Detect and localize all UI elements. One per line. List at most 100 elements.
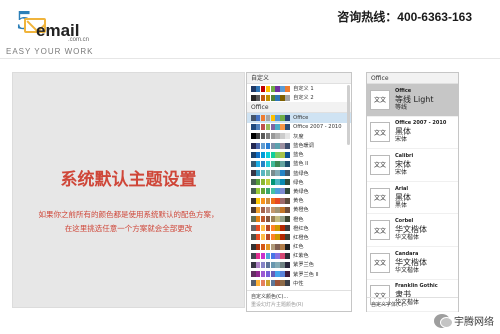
- color-swatch: [285, 179, 290, 186]
- color-swatch: [270, 225, 276, 232]
- color-scheme-item[interactable]: 橙色: [247, 214, 351, 223]
- color-swatches: [251, 225, 290, 232]
- color-swatch: [270, 261, 276, 268]
- color-scheme-item[interactable]: 自定义 2: [247, 93, 351, 102]
- color-scheme-item[interactable]: 黄色: [247, 196, 351, 205]
- color-swatch: [260, 85, 266, 92]
- color-scheme-label: Office 2007 - 2010: [293, 124, 342, 131]
- color-swatch: [251, 280, 256, 287]
- color-swatch: [260, 271, 266, 278]
- color-scheme-item[interactable]: 自定义 1: [247, 84, 351, 93]
- font-scheme-item[interactable]: 文文 Arial 黑体 黑体: [367, 182, 458, 215]
- color-swatch: [280, 114, 285, 121]
- color-swatch: [275, 206, 281, 213]
- customize-fonts-button[interactable]: 自定义字体(C)...: [367, 297, 458, 311]
- color-swatch: [260, 216, 266, 223]
- font-scheme-item[interactable]: 文文 Corbel 华文楷体 华文楷体: [367, 214, 458, 247]
- color-swatch: [260, 179, 266, 186]
- color-swatch: [270, 133, 276, 140]
- slide-title: 系统默认主题设置: [60, 170, 197, 190]
- color-swatch: [280, 170, 285, 177]
- color-swatches: [251, 261, 290, 268]
- color-swatch: [255, 243, 261, 250]
- color-swatch: [275, 243, 281, 250]
- font-scheme-text: Candara 华文楷体 华文楷体: [395, 251, 427, 275]
- color-swatch: [280, 261, 285, 268]
- color-swatches: [251, 234, 290, 241]
- color-swatch: [260, 94, 266, 101]
- font-scheme-text: Arial 黑体 黑体: [395, 186, 411, 210]
- color-scheme-label: 紫罗兰色 II: [293, 271, 319, 278]
- color-scheme-item[interactable]: 黄绿色: [247, 187, 351, 196]
- color-swatches: [251, 206, 290, 213]
- color-scheme-label: 红色: [293, 244, 304, 251]
- color-swatch: [255, 225, 261, 232]
- font-scheme-item[interactable]: 文文 Office 等线 Light 等线: [367, 84, 458, 117]
- color-swatch: [260, 234, 266, 241]
- color-swatch: [265, 151, 271, 158]
- color-swatch: [265, 179, 271, 186]
- color-swatch: [251, 271, 256, 278]
- font-scheme-item[interactable]: 文文 Candara 华文楷体 华文楷体: [367, 247, 458, 280]
- color-scheme-item[interactable]: 红橙色: [247, 233, 351, 242]
- color-swatch: [285, 188, 290, 195]
- color-scheme-item[interactable]: 蓝色 II: [247, 159, 351, 168]
- color-scheme-item[interactable]: 红紫色: [247, 251, 351, 260]
- font-preview-icon: 文文: [370, 220, 390, 241]
- color-swatch: [265, 94, 271, 101]
- color-scheme-item[interactable]: 黄橙色: [247, 205, 351, 214]
- color-scheme-item[interactable]: 蓝色暖调: [247, 141, 351, 150]
- color-swatch: [255, 133, 261, 140]
- color-scheme-label: 蓝绿色: [293, 170, 309, 177]
- color-swatch: [275, 188, 281, 195]
- color-swatch: [275, 151, 281, 158]
- color-swatch: [260, 280, 266, 287]
- font-body: 宋体: [395, 136, 408, 144]
- font-heading: 黑体: [395, 192, 411, 202]
- font-body: 等线: [395, 103, 408, 111]
- color-panel-footer: 自定义颜色(C)... 重设幻灯片主题颜色(R): [247, 290, 351, 311]
- color-swatch: [275, 124, 281, 131]
- color-swatch: [270, 271, 276, 278]
- color-scheme-item[interactable]: 红色: [247, 242, 351, 251]
- color-swatch: [255, 188, 261, 195]
- color-swatch: [260, 142, 266, 149]
- color-scheme-item[interactable]: Office: [247, 113, 351, 123]
- font-heading: 华文楷体: [395, 225, 427, 235]
- color-swatch: [285, 197, 290, 204]
- color-swatch: [270, 114, 276, 121]
- color-scheme-item[interactable]: 蓝绿色: [247, 169, 351, 178]
- color-swatch: [251, 188, 256, 195]
- color-swatch: [285, 271, 290, 278]
- color-panel-scrollbar[interactable]: [347, 85, 350, 145]
- color-swatch: [265, 252, 271, 259]
- color-swatch: [275, 142, 281, 149]
- color-swatch: [255, 234, 261, 241]
- color-swatch: [265, 261, 271, 268]
- color-scheme-item[interactable]: 蓝色: [247, 150, 351, 159]
- color-swatch: [255, 114, 261, 121]
- reset-colors-button[interactable]: 重设幻灯片主题颜色(R): [251, 301, 347, 309]
- color-swatch: [255, 280, 261, 287]
- color-swatches: [251, 151, 290, 158]
- color-swatch: [251, 85, 256, 92]
- color-scheme-item[interactable]: 灰度: [247, 132, 351, 141]
- font-heading: 华文楷体: [395, 257, 427, 267]
- color-scheme-item[interactable]: 紫罗兰色 II: [247, 270, 351, 279]
- custom-color-list: 自定义 1 自定义 2: [247, 84, 351, 102]
- color-scheme-item[interactable]: 橙红色: [247, 224, 351, 233]
- color-scheme-item[interactable]: Office 2007 - 2010: [247, 123, 351, 132]
- color-swatch: [260, 243, 266, 250]
- color-swatch: [265, 85, 271, 92]
- color-swatch: [265, 280, 271, 287]
- font-heading: 宋体: [395, 159, 411, 169]
- font-scheme-item[interactable]: 文文 Calibri 宋体 宋体: [367, 149, 458, 182]
- color-scheme-item[interactable]: 紫罗兰色: [247, 260, 351, 269]
- customize-colors-button[interactable]: 自定义颜色(C)...: [251, 293, 347, 301]
- color-swatch: [275, 160, 281, 167]
- color-scheme-item[interactable]: 中性: [247, 279, 351, 288]
- font-scheme-item[interactable]: 文文 Office 2007 - 2010 黑体 宋体: [367, 117, 458, 150]
- color-scheme-item[interactable]: 绿色: [247, 178, 351, 187]
- color-swatch: [275, 252, 281, 259]
- color-scheme-label: 黄橙色: [293, 207, 309, 214]
